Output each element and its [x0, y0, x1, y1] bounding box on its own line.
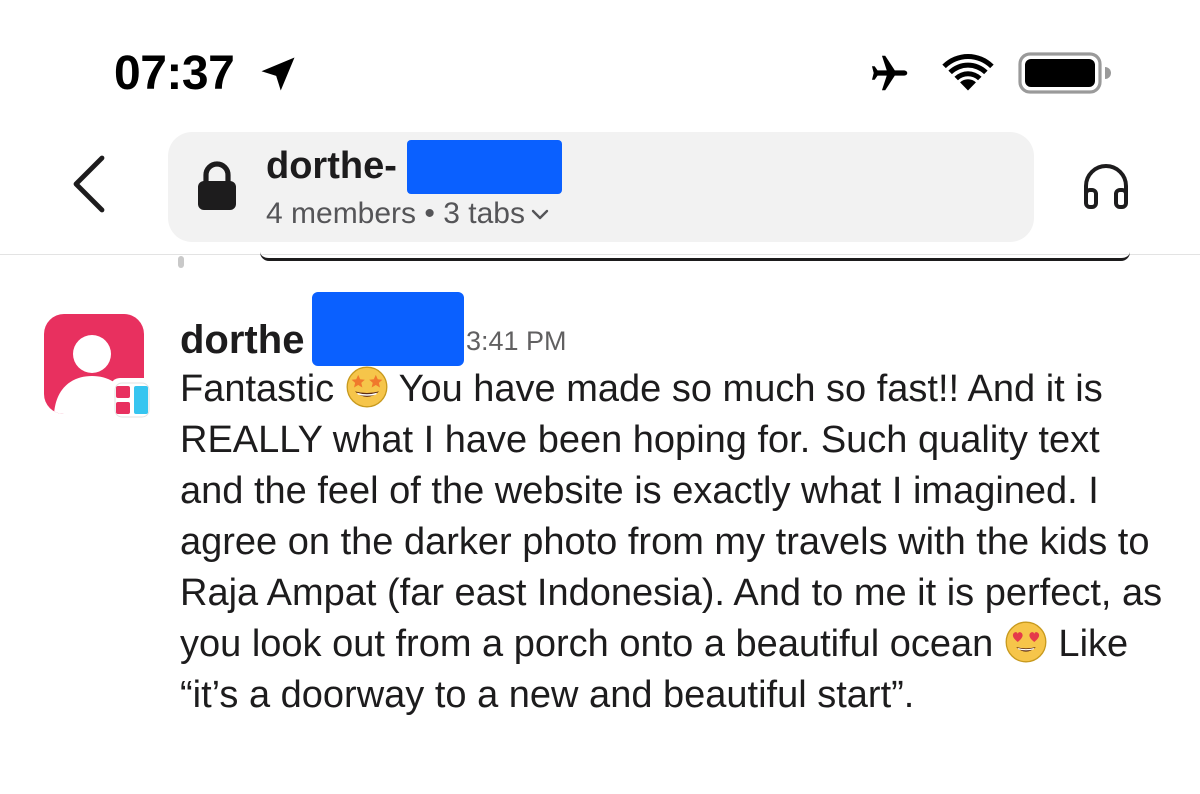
- star-struck-emoji-icon: [346, 366, 388, 408]
- scroll-tick: [178, 256, 184, 268]
- redaction-box: [312, 292, 464, 366]
- back-button[interactable]: [62, 152, 118, 216]
- message-text-part: Fantastic: [180, 368, 345, 410]
- channel-name: dorthe-: [266, 145, 397, 187]
- location-arrow-icon: [261, 57, 295, 91]
- avatar[interactable]: [44, 314, 156, 426]
- thread-connector-line: [260, 252, 1130, 261]
- lock-icon: [198, 161, 236, 210]
- chevron-down-icon: [531, 209, 549, 220]
- sender-name[interactable]: dorthe: [180, 316, 304, 364]
- heart-eyes-emoji-icon: [1005, 621, 1047, 663]
- slack-channel-screen: 07:37 dorthe- 4 members • 3 tabs dorthe …: [0, 0, 1200, 794]
- channel-meta-text: 4 members • 3 tabs: [266, 197, 525, 230]
- message-timestamp[interactable]: 3:41 PM: [466, 324, 567, 358]
- airplane-icon: [871, 55, 908, 91]
- headphones-icon[interactable]: [1080, 160, 1132, 212]
- wifi-icon: [942, 54, 994, 91]
- redaction-box: [407, 140, 562, 194]
- battery-icon: [1018, 52, 1111, 94]
- channel-meta[interactable]: 4 members • 3 tabs: [266, 194, 549, 234]
- status-time: 07:37: [114, 47, 235, 100]
- message-body: Fantastic You have made so much so fast!…: [180, 364, 1170, 721]
